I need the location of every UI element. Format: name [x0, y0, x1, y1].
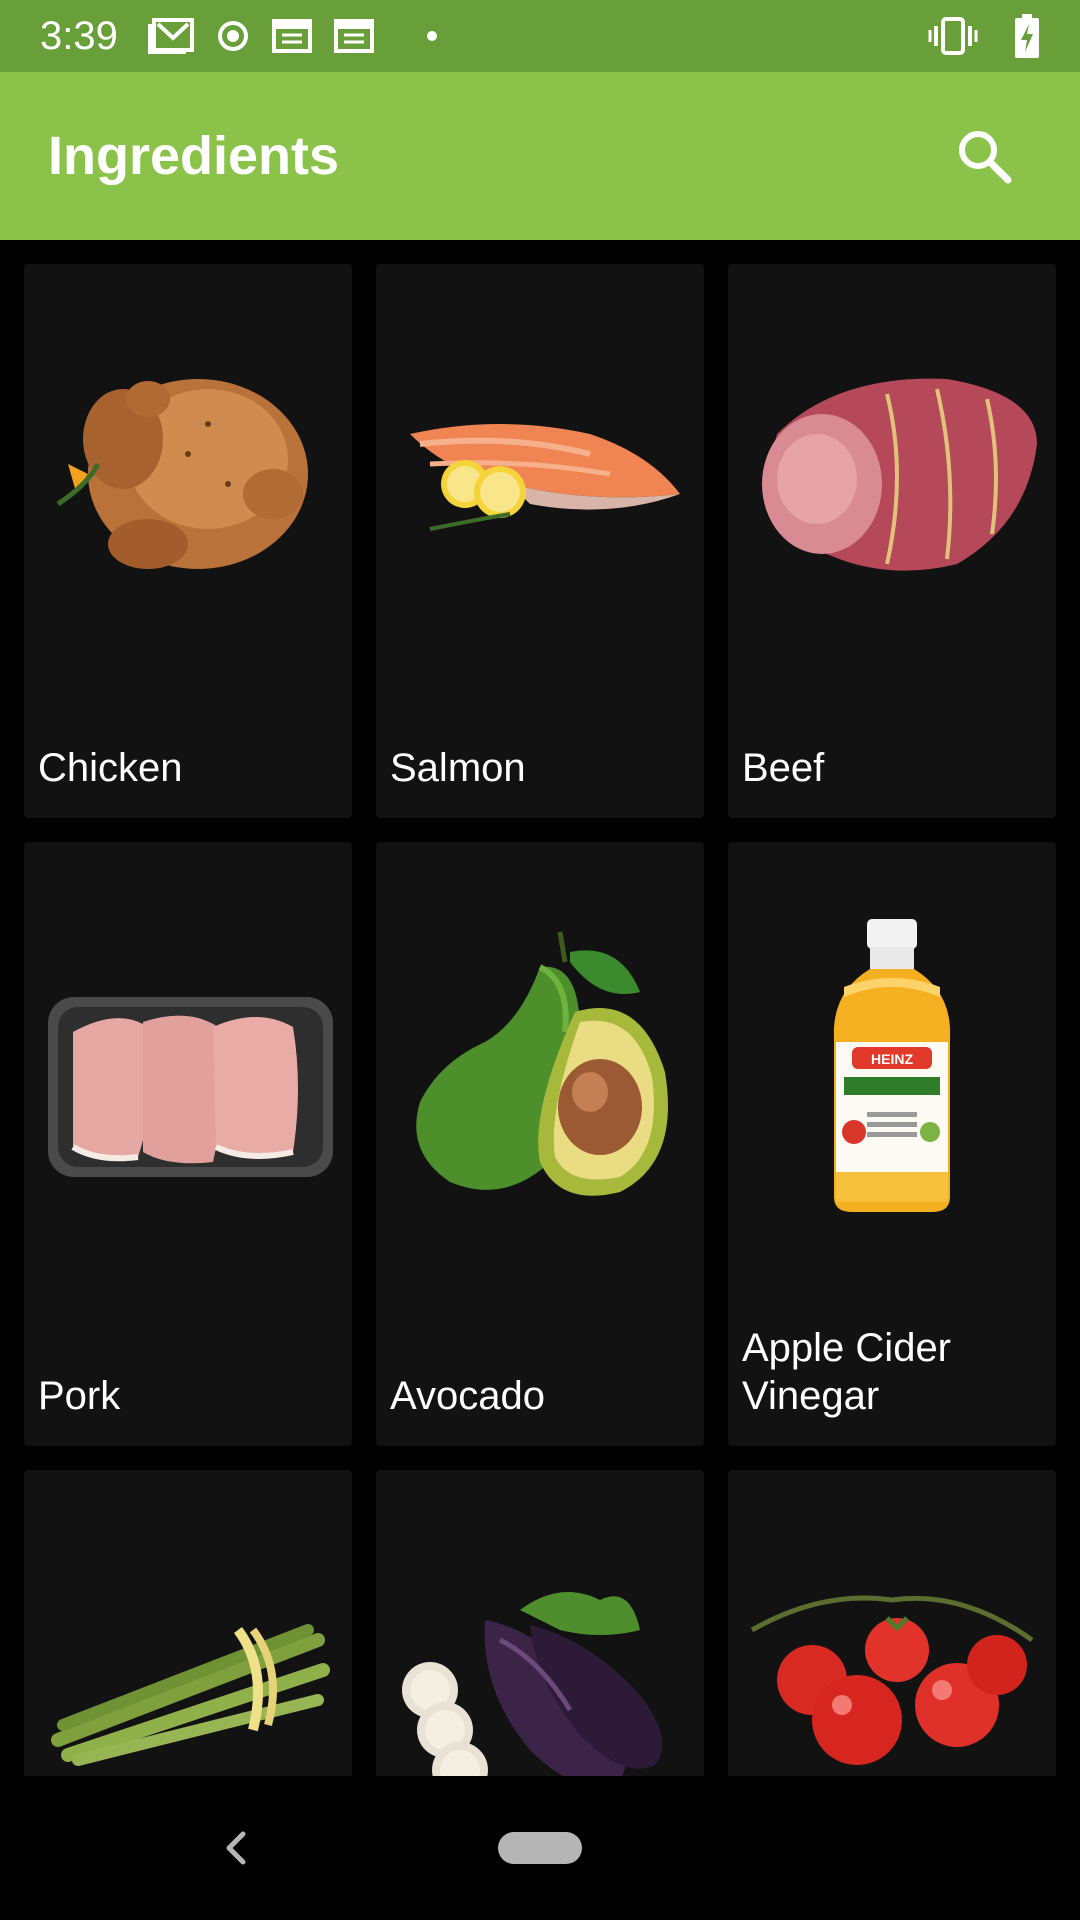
ingredient-label: Avocado [390, 1374, 545, 1418]
page-title: Ingredients [48, 126, 340, 186]
ingredient-card-beef[interactable]: Beef [728, 264, 1056, 818]
ingredient-card-chicken[interactable]: Chicken [24, 264, 352, 818]
vibrate-icon [928, 16, 978, 56]
beef-image [728, 344, 1056, 604]
ingredient-card-asparagus[interactable] [24, 1470, 352, 1776]
status-icons-left [147, 18, 438, 54]
chicken-image [24, 344, 352, 604]
status-icons-right [928, 14, 1040, 58]
ingredient-label: Apple Cider Vinegar [742, 1326, 952, 1418]
dot-icon [426, 30, 438, 42]
back-button[interactable] [204, 1816, 268, 1880]
status-bar: 3:39 [0, 0, 1080, 72]
eggplant-image [376, 1570, 704, 1776]
vinegar-bottle-image: HEINZ [728, 917, 1056, 1217]
back-chevron-icon [226, 1831, 246, 1865]
app-bar: Ingredients [0, 72, 1080, 240]
record-icon [216, 19, 250, 53]
ingredient-label: Beef [742, 746, 825, 790]
avocado-image [376, 922, 704, 1212]
calendar-icon [333, 19, 374, 53]
svg-text:HEINZ: HEINZ [871, 1051, 913, 1067]
search-button[interactable] [936, 108, 1032, 204]
navigation-bar [0, 1776, 1080, 1920]
home-pill-icon[interactable] [498, 1832, 582, 1864]
ingredient-card-pork[interactable]: Pork [24, 842, 352, 1446]
ingredient-label: Chicken [38, 746, 183, 790]
pork-image [24, 952, 352, 1212]
ingredient-label: Salmon [390, 746, 526, 790]
ingredient-card-salmon[interactable]: Salmon [376, 264, 704, 818]
tomato-image [728, 1570, 1056, 1776]
ingredient-label: Pork [38, 1374, 121, 1418]
battery-charging-icon [1014, 14, 1040, 58]
asparagus-image [24, 1610, 352, 1770]
ingredient-card-avocado[interactable]: Avocado [376, 842, 704, 1446]
ingredient-card-eggplant[interactable] [376, 1470, 704, 1776]
search-icon [959, 131, 1012, 184]
status-time: 3:39 [40, 13, 118, 58]
calendar-icon [271, 19, 312, 53]
ingredient-card-apple-cider-vinegar[interactable]: HEINZ Apple Cider Vinegar [728, 842, 1056, 1446]
mail-icon [147, 18, 194, 54]
ingredient-grid: Chicken Salmon Beef Pork Avocado HEINZ A… [24, 264, 1056, 1776]
salmon-image [376, 344, 704, 604]
ingredient-card-tomato[interactable] [728, 1470, 1056, 1776]
